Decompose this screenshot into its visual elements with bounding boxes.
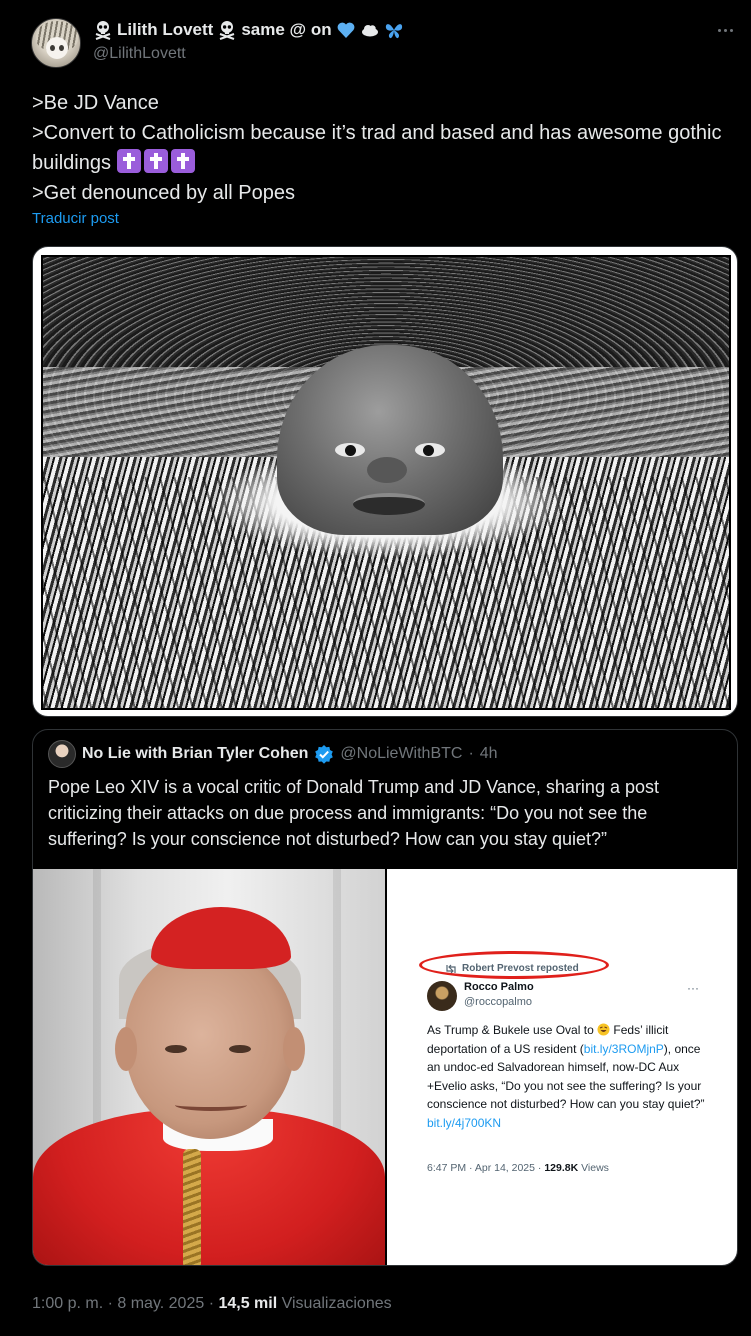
footer-separator: · — [204, 1295, 219, 1312]
author-name-suffix: same @ on — [241, 20, 332, 39]
blue-heart-icon — [337, 22, 355, 38]
repost-label: Robert Prevost reposted — [445, 963, 579, 974]
quoted-name: No Lie with Brian Tyler Cohen — [82, 745, 309, 762]
rocco-link-1: bit.ly/3ROMjnP — [583, 1041, 664, 1056]
rocco-meta: 6:47 PM · Apr 14, 2025 · 129.8K Views — [427, 1162, 609, 1174]
author-display-name[interactable]: Lilith Lovett same @ on — [93, 19, 404, 41]
author-name-text: Lilith Lovett — [117, 20, 214, 39]
views-count: 14,5 mil — [218, 1295, 278, 1312]
quoted-separator: · — [468, 745, 474, 762]
butterfly-icon — [385, 24, 402, 39]
rocco-more-icon: ··· — [687, 981, 699, 995]
rocco-text: As Trump & Bukele use Oval to Feds’ illi… — [427, 1021, 717, 1132]
author-avatar[interactable] — [31, 18, 81, 68]
zucchetto-cap — [151, 907, 291, 969]
footer-separator: · — [103, 1295, 118, 1312]
more-options-icon[interactable] — [713, 20, 737, 40]
views-label: Visualizaciones — [277, 1295, 392, 1312]
post-time[interactable]: 1:00 p. m. — [32, 1295, 103, 1312]
quoted-media[interactable]: Robert Prevost reposted Rocco Palmo @roc… — [33, 869, 737, 1265]
tweet-line-3: >Get denounced by all Popes — [32, 182, 295, 204]
verified-badge-icon — [315, 745, 334, 764]
latin-cross-icon — [116, 149, 141, 173]
tweet-text: >Be JD Vance >Convert to Catholicism bec… — [32, 88, 732, 208]
latin-cross-icon — [143, 149, 168, 173]
latin-cross-icon — [170, 149, 195, 173]
skull-crossbones-icon — [219, 21, 235, 40]
tweet-image[interactable] — [32, 246, 738, 717]
quoted-header: No Lie with Brian Tyler Cohen @NoLieWith… — [48, 740, 498, 768]
rocco-meta-views: 129.8K — [544, 1162, 579, 1174]
quoted-handle: @NoLieWithBTC — [340, 745, 463, 762]
rocco-avatar — [427, 981, 457, 1011]
rocco-handle: @roccopalmo — [464, 996, 533, 1008]
rocco-name: Rocco Palmo — [464, 981, 534, 993]
rocco-text-part: As Trump & Bukele use Oval to — [427, 1023, 594, 1037]
quoted-text: Pope Leo XIV is a vocal critic of Donald… — [48, 777, 659, 849]
repost-label-text: Robert Prevost reposted — [462, 963, 579, 974]
quoted-time[interactable]: 4h — [480, 743, 498, 765]
author-header: Lilith Lovett same @ on @LilithLovett — [93, 19, 404, 65]
rocco-meta-time: 6:47 PM · Apr 14, 2025 · — [427, 1162, 545, 1174]
translate-post-link[interactable]: Traducir post — [32, 210, 119, 227]
rocco-meta-views-label: Views — [578, 1162, 609, 1174]
skull-crossbones-icon — [95, 21, 111, 40]
manga-explosion-illustration — [41, 255, 731, 710]
tweet-line-2: >Convert to Catholicism because it’s tra… — [32, 118, 732, 178]
author-handle[interactable]: @LilithLovett — [93, 43, 404, 65]
tweet-line-1: >Be JD Vance — [32, 92, 159, 114]
post-date[interactable]: 8 may. 2025 — [117, 1295, 204, 1312]
tweet: Lilith Lovett same @ on @LilithLovett >B… — [0, 0, 751, 1336]
rocco-link-2: bit.ly/4j700KN — [427, 1115, 502, 1130]
tweet-footer: 1:00 p. m. · 8 may. 2025 · 14,5 mil Visu… — [32, 1293, 392, 1315]
quoted-avatar — [48, 740, 76, 768]
cloud-icon — [361, 25, 378, 37]
cardinal-portrait-photo — [33, 869, 385, 1265]
repost-icon — [446, 964, 456, 973]
repost-screenshot: Robert Prevost reposted Rocco Palmo @roc… — [385, 869, 737, 1265]
quoted-tweet[interactable]: No Lie with Brian Tyler Cohen @NoLieWith… — [32, 729, 738, 1266]
rolling-laughing-emoji-icon — [597, 1023, 610, 1036]
